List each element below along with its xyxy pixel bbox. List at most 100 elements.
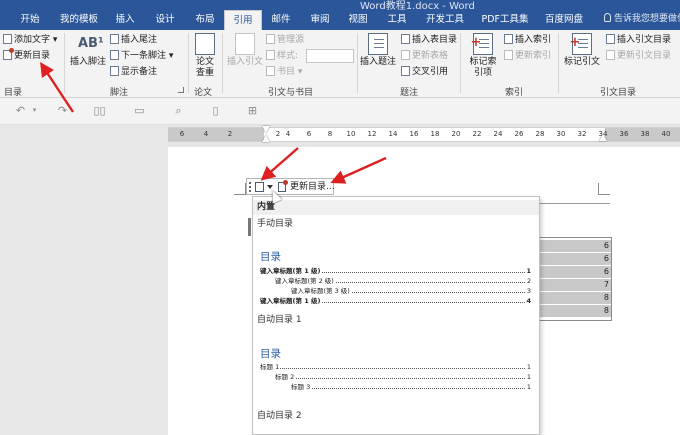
toc-menu-icon[interactable] (255, 182, 264, 192)
insert-footnote-button[interactable]: AB¹ 插入脚注 (68, 33, 108, 68)
update-table-of-authorities-button[interactable]: 更新引文目录 (606, 50, 671, 62)
undo-icon[interactable]: ↶ (14, 104, 27, 117)
smart-lookup-label: 论文查重 (195, 57, 214, 78)
tab-view[interactable]: 视图 (341, 10, 375, 30)
gallery-toc-line: 标题 3 1 (291, 382, 531, 392)
update-table-icon (278, 180, 288, 192)
tab-layout[interactable]: 布局 (188, 10, 222, 30)
toc-entry-page: 6 (539, 266, 611, 278)
mark-entry-icon: + (471, 33, 493, 55)
mark-citation-button[interactable]: + 标记引文 (562, 33, 602, 68)
toc-line-page: 1 (525, 372, 531, 382)
insert-footnote-label: 插入脚注 (69, 57, 106, 67)
bibliography-button[interactable]: 书目 ▾ (266, 66, 302, 78)
show-notes-button[interactable]: 显示备注 (110, 66, 157, 78)
toc-line-text: 键入章标题(第 1 级) (260, 266, 322, 276)
toc-line-page: 1 (525, 362, 531, 372)
manage-sources-button[interactable]: 管理源 (266, 34, 304, 46)
new-window-icon[interactable]: ⊞ (246, 104, 259, 117)
group-separator (188, 33, 189, 93)
citation-style-select[interactable] (306, 49, 354, 63)
tab-design[interactable]: 设计 (148, 10, 182, 30)
next-footnote-button[interactable]: 下一条脚注 ▾ (110, 50, 173, 62)
ruler-tick: 4 (203, 130, 209, 138)
citation-style-label: 样式: (266, 50, 298, 62)
right-indent-marker-icon[interactable] (599, 134, 607, 141)
mark-entry-lines-icon (479, 39, 489, 40)
quick-access-toolbar: ↶ ▾ ↷ ▯▯ ▭ ⌕ ▯ ⊞ (0, 98, 680, 125)
tab-baidu-netdisk[interactable]: 百度网盘 (539, 10, 589, 30)
gallery-item-manual-toc[interactable]: 手动目录 目录 键入章标题(第 1 级) 1 键入章标题(第 2 级) 2 键入章标… (253, 217, 539, 321)
tab-review[interactable]: 审阅 (303, 10, 337, 30)
caption-lines-icon (374, 39, 384, 40)
ruler-tick: 2 (227, 130, 233, 138)
tab-developer[interactable]: 开发工具 (419, 10, 471, 30)
ruler-tick: 6 (306, 130, 312, 138)
update-table-button[interactable]: 更新表格 (401, 50, 448, 62)
tab-references[interactable]: 引用 (224, 10, 262, 30)
update-toc-button[interactable]: 更新目录 (3, 48, 50, 62)
style-icon (266, 50, 275, 60)
style-label: 样式: (277, 51, 299, 61)
group-label-captions: 题注 (400, 88, 419, 98)
redo-icon[interactable]: ↷ (56, 104, 69, 117)
read-mode-icon[interactable]: ▯▯ (93, 104, 106, 117)
insert-toa-icon (606, 34, 615, 44)
gallery-toc-line: 标题 1 1 (260, 362, 531, 372)
insert-caption-button[interactable]: 插入题注 (359, 33, 397, 68)
update-index-button[interactable]: 更新索引 (504, 50, 551, 62)
insert-table-of-figures-label: 插入表目录 (412, 35, 458, 45)
insert-citation-label: 插入引文 (226, 57, 263, 67)
toc-line-page: 1 (525, 266, 531, 276)
tab-tools[interactable]: 工具 (380, 10, 414, 30)
gallery-item-auto-toc-2[interactable]: 自动目录 2 (253, 409, 539, 434)
insert-endnote-button[interactable]: 插入尾注 (110, 34, 157, 46)
grip-handle-icon[interactable] (249, 182, 251, 192)
insert-table-of-authorities-button[interactable]: 插入引文目录 (606, 34, 671, 46)
cross-reference-button[interactable]: 交叉引用 (401, 66, 448, 78)
lightbulb-icon (604, 13, 611, 22)
group-label-footnotes: 脚注 (110, 88, 129, 98)
ruler-tick: 26 (514, 130, 524, 138)
gallery-item-auto-toc-1[interactable]: 自动目录 1 目录 标题 1 1 标题 2 1 标题 3 1 (253, 313, 539, 407)
tell-me-box[interactable]: 告诉我您想要做什么 (604, 10, 680, 30)
add-text-label: 添加文字 (14, 35, 51, 45)
tab-insert[interactable]: 插入 (108, 10, 142, 30)
footnote-dialog-launcher-icon[interactable] (178, 87, 184, 93)
group-label-index: 索引 (505, 88, 524, 98)
smart-lookup-button[interactable]: 论文查重 (190, 33, 220, 79)
insert-citation-button[interactable]: 插入引文 (226, 33, 264, 68)
insert-index-button[interactable]: 插入索引 (504, 34, 551, 46)
manage-sources-icon (266, 34, 275, 44)
horizontal-ruler[interactable]: 6 4 2 2 4 6 8 10 12 14 16 18 20 22 24 26… (168, 127, 680, 142)
add-text-button[interactable]: 添加文字 ▾ (3, 34, 57, 46)
undo-dropdown-icon[interactable]: ▾ (28, 104, 41, 117)
toc-line-page: 2 (525, 276, 531, 286)
tab-home[interactable]: 开始 (12, 10, 48, 30)
print-preview-icon[interactable]: ⌕ (172, 104, 185, 117)
toc-field-toolbar: 更新目录... (246, 178, 335, 195)
group-label-research: 论文 (194, 88, 213, 98)
update-toc-toolbar-button[interactable]: 更新目录... (278, 180, 335, 194)
ruler-tick: 28 (535, 130, 545, 138)
mark-entry-button[interactable]: + 标记索引项 (466, 33, 500, 79)
insert-index-label: 插入索引 (515, 35, 552, 45)
group-label-toc: 目录 (4, 88, 23, 98)
cross-reference-label: 交叉引用 (412, 67, 449, 77)
ruler-tick: 18 (430, 130, 440, 138)
chevron-down-icon[interactable] (267, 185, 273, 189)
group-separator (222, 33, 223, 93)
tab-my-templates[interactable]: 我的模板 (55, 10, 103, 30)
show-notes-icon (110, 66, 119, 76)
tab-pdf-tools[interactable]: PDF工具集 (476, 10, 534, 30)
insert-table-of-figures-button[interactable]: 插入表目录 (401, 34, 457, 46)
update-table-label: 更新表格 (412, 51, 449, 61)
ruler-tick: 22 (472, 130, 482, 138)
table-of-figures-icon (401, 34, 410, 44)
indent-marker-icon[interactable] (262, 126, 270, 144)
page-icon[interactable]: ▯ (209, 104, 222, 117)
ruler-tick: 20 (451, 130, 461, 138)
print-layout-icon[interactable]: ▭ (133, 104, 146, 117)
tab-mailings[interactable]: 邮件 (264, 10, 298, 30)
insert-index-icon (504, 34, 513, 44)
